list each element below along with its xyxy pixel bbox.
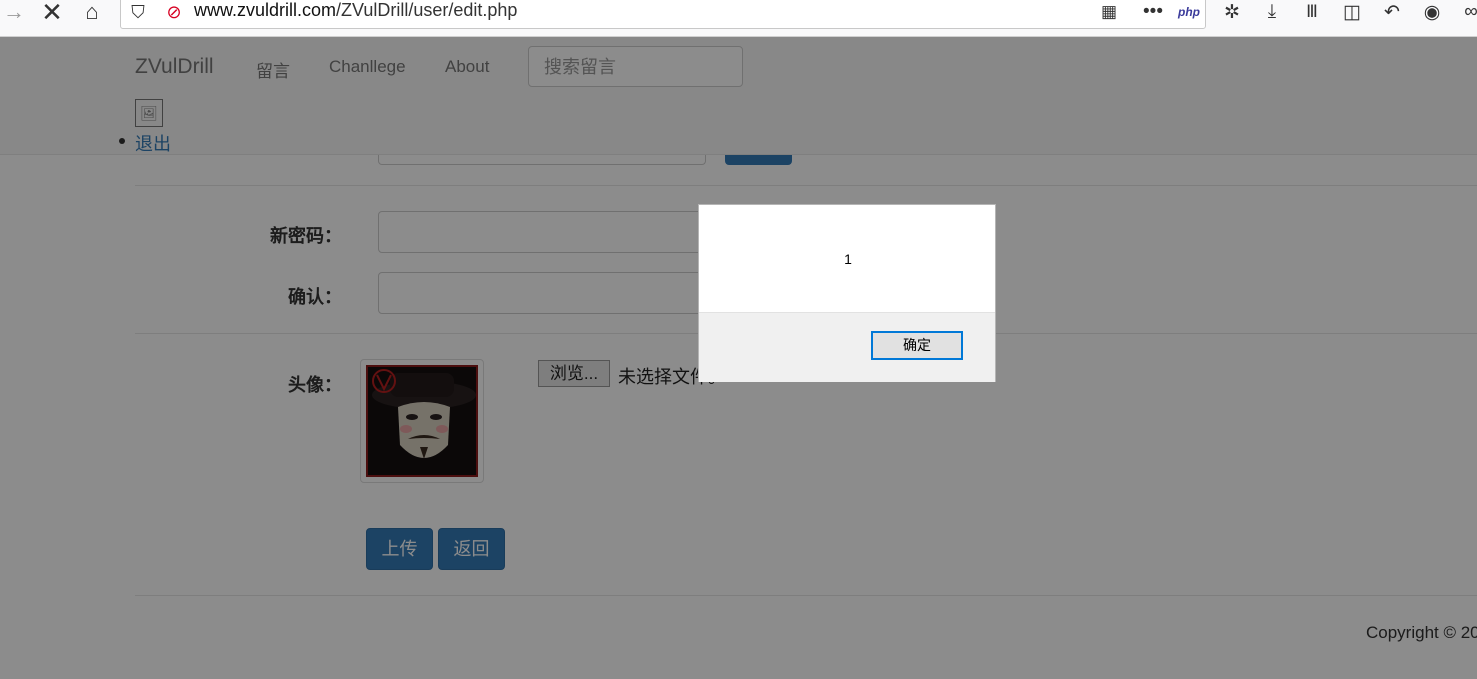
- php-icon[interactable]: php: [1176, 0, 1202, 24]
- home-icon[interactable]: ⌂: [78, 0, 106, 24]
- url-path: /ZVulDrill/user/edit.php: [336, 0, 518, 20]
- shield-icon[interactable]: ⛉: [124, 0, 152, 24]
- more-icon[interactable]: •••: [1140, 0, 1166, 24]
- url-text[interactable]: www.zvuldrill.com/ZVulDrill/user/edit.ph…: [194, 0, 517, 21]
- sidebar-icon[interactable]: ◫: [1339, 0, 1365, 24]
- alert-ok-button[interactable]: 确定: [871, 331, 963, 360]
- stop-icon[interactable]: ✕: [38, 0, 66, 27]
- undo-icon[interactable]: ↶: [1379, 0, 1405, 24]
- download-icon[interactable]: ⤓: [1259, 0, 1285, 24]
- alert-dialog: 1 确定: [698, 204, 996, 382]
- extension-icon[interactable]: ∞: [1458, 0, 1477, 24]
- insecure-lock-icon[interactable]: ⊘: [160, 0, 188, 24]
- url-domain: www.zvuldrill.com: [194, 0, 337, 20]
- alert-footer: 确定: [699, 312, 995, 382]
- account-icon[interactable]: ◉: [1419, 0, 1445, 24]
- settings-icon[interactable]: ✲: [1219, 0, 1245, 24]
- library-icon[interactable]: Ⅲ: [1299, 0, 1325, 24]
- alert-message: 1: [844, 251, 852, 267]
- back-arrow-icon[interactable]: →: [0, 0, 28, 24]
- browser-toolbar: → ✕ ⌂ ⛉ ⊘ www.zvuldrill.com/ZVulDrill/us…: [0, 0, 1477, 37]
- qr-code-icon[interactable]: ▦: [1096, 0, 1122, 24]
